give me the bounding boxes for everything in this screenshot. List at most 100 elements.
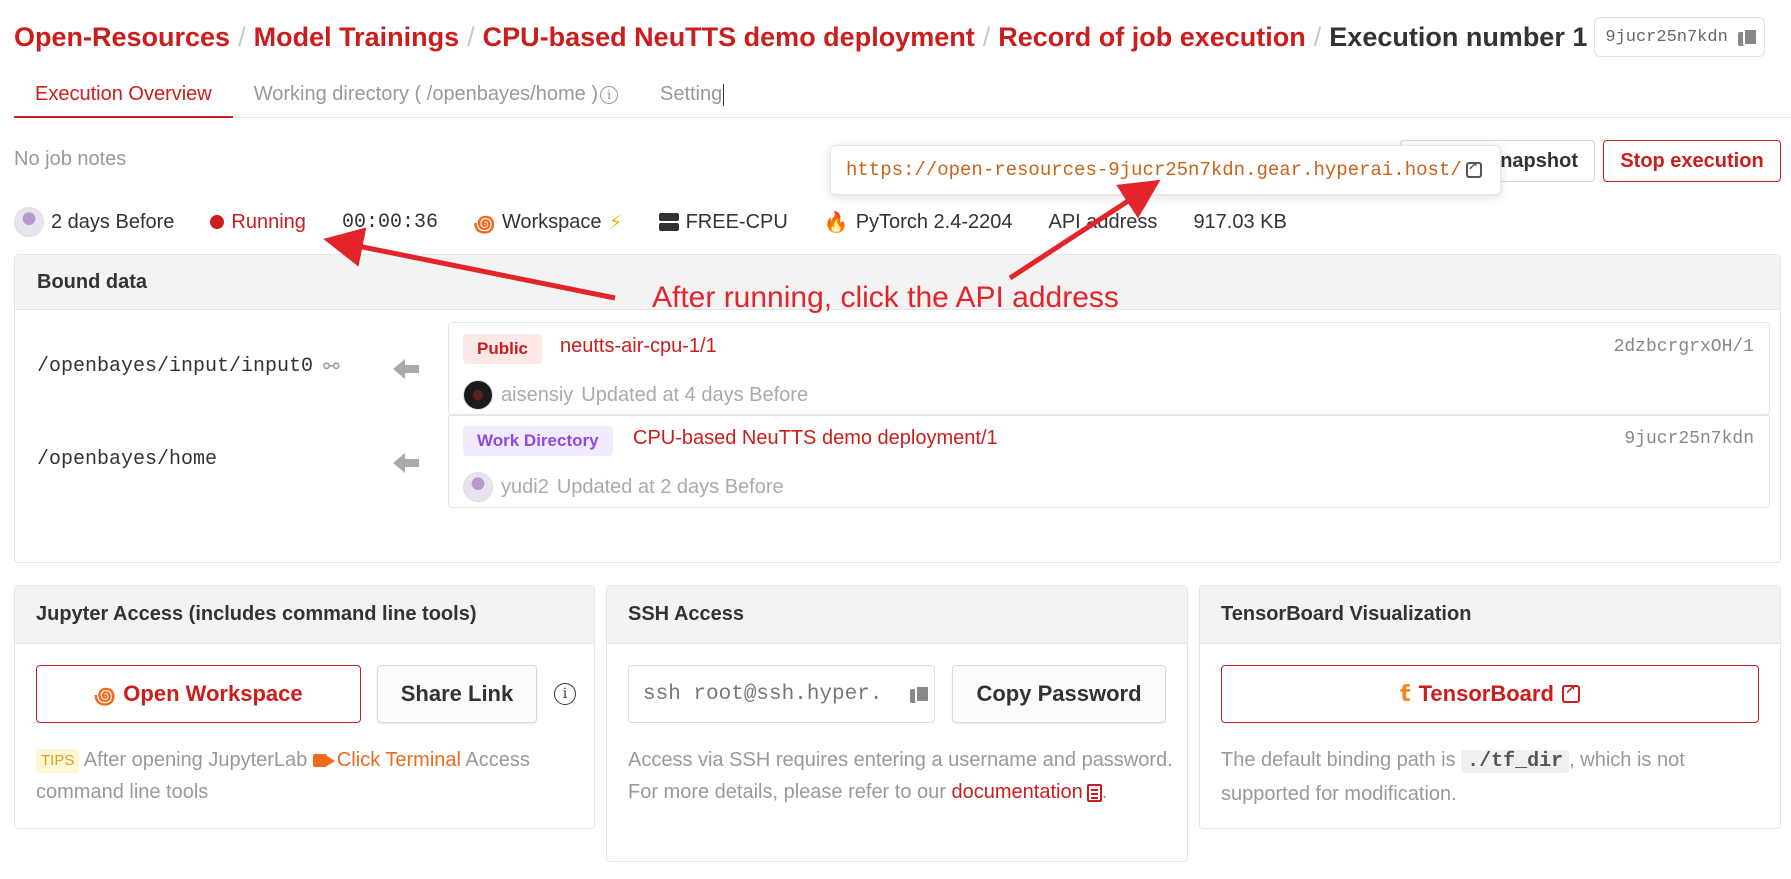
breadcrumb-job-record[interactable]: Record of job execution	[998, 22, 1306, 53]
api-address-link[interactable]: API address	[1048, 211, 1157, 234]
open-workspace-label: Open Workspace	[123, 681, 303, 706]
stop-execution-button[interactable]: Stop execution	[1603, 140, 1781, 182]
workspace-icon: ꩜	[94, 683, 116, 709]
pytorch-icon: 🔥	[823, 210, 849, 234]
video-camera-icon	[312, 754, 335, 768]
workdir-meta: yudi2 Updated at 2 days Before	[463, 472, 784, 502]
resource-label: FREE-CPU	[685, 210, 788, 233]
document-icon	[1086, 783, 1102, 802]
created-time: 2 days Before	[14, 207, 174, 237]
mount-path: /openbayes/home	[37, 448, 217, 471]
binding-row: /openbayes/home Work Directory CPU-based…	[15, 414, 1780, 523]
updated-time: Updated at 4 days Before	[581, 383, 809, 406]
tips-badge: TIPS	[36, 748, 80, 773]
ssh-command[interactable]: ssh root@ssh.hyper.	[643, 683, 910, 706]
workdir-link[interactable]: CPU-based NeuTTS demo deployment/1	[633, 427, 998, 450]
tips-text: After opening JupyterLab	[83, 749, 308, 771]
owner-name[interactable]: yudi2	[501, 476, 549, 499]
workspace-link[interactable]: ꩜ Workspace ⚡	[474, 206, 623, 239]
tab-execution-overview[interactable]: Execution Overview	[14, 72, 233, 118]
click-terminal-link[interactable]: Click Terminal	[312, 749, 461, 771]
breadcrumb-model-trainings[interactable]: Model Trainings	[254, 22, 460, 53]
workspace-label: Workspace	[501, 210, 602, 233]
open-workspace-button[interactable]: ꩜ Open Workspace	[36, 665, 361, 723]
tensorboard-label: TensorBoard	[1418, 681, 1554, 706]
dataset-id: 2dzbcrgrxOH/1	[1613, 337, 1754, 357]
info-icon: i	[599, 85, 618, 104]
execution-meta: 2 days Before Running 00:00:36 ꩜ Workspa…	[14, 205, 1323, 239]
tensorboard-icon: ƭ	[1400, 681, 1411, 707]
execution-id-chip: 9jucr25n7kdn	[1594, 17, 1765, 57]
updated-time: Updated at 2 days Before	[556, 475, 784, 498]
tensorboard-panel: TensorBoard Visualization ƭ TensorBoard …	[1199, 585, 1781, 829]
lightning-icon: ⚡	[608, 210, 623, 234]
ssh-panel: SSH Access ssh root@ssh.hyper. Copy Pass…	[606, 585, 1188, 862]
jupyter-title: Jupyter Access (includes command line to…	[15, 586, 594, 644]
api-url-tooltip[interactable]: https://open-resources-9jucr25n7kdn.gear…	[830, 145, 1501, 195]
copy-password-button[interactable]: Copy Password	[952, 665, 1166, 723]
dataset-meta: aisensiy Updated at 4 days Before	[463, 380, 808, 410]
copy-icon[interactable]	[1737, 27, 1758, 47]
created-text: 2 days Before	[51, 210, 175, 233]
tab-bar: Execution Overview Working directory ( /…	[14, 72, 1791, 118]
breadcrumb-separator: /	[238, 21, 246, 52]
mount-path-text: /openbayes/home	[37, 448, 218, 471]
tensorboard-description: The default binding path is ./tf_dir, wh…	[1221, 744, 1766, 810]
tensorboard-title: TensorBoard Visualization	[1200, 586, 1780, 644]
arrow-left-icon	[393, 453, 419, 473]
page-title: Execution number 1	[1329, 21, 1588, 52]
tab-label: Setting	[659, 83, 723, 105]
execution-id: 9jucr25n7kdn	[1605, 27, 1728, 47]
external-link-icon	[1561, 683, 1580, 703]
ssh-title: SSH Access	[607, 586, 1187, 644]
tab-label: Working directory ( /openbayes/home )	[253, 83, 598, 105]
avatar	[463, 380, 493, 410]
avatar	[14, 207, 44, 237]
api-url[interactable]: https://open-resources-9jucr25n7kdn.gear…	[846, 159, 1462, 181]
dataset-card: Public neutts-air-cpu-1/1 2dzbcrgrxOH/1 …	[448, 322, 1770, 416]
duration: 00:00:36	[341, 210, 438, 234]
server-icon	[658, 213, 679, 231]
avatar	[463, 472, 493, 502]
breadcrumb-separator: /	[467, 21, 475, 52]
public-tag: Public	[463, 334, 543, 364]
external-link-icon[interactable]	[1465, 159, 1482, 178]
breadcrumb-separator: /	[1313, 21, 1322, 52]
tensorboard-path: ./tf_dir	[1461, 750, 1570, 773]
info-icon[interactable]: i	[554, 683, 576, 705]
image-label: PyTorch 2.4-2204	[855, 210, 1013, 233]
status-text: Running	[231, 210, 306, 233]
breadcrumb-project[interactable]: CPU-based NeuTTS demo deployment	[483, 22, 975, 53]
breadcrumb-open-resources[interactable]: Open-Resources	[14, 22, 230, 53]
arrow-left-icon	[393, 359, 419, 379]
unlink-icon[interactable]: ⚯	[323, 354, 340, 378]
jupyter-panel: Jupyter Access (includes command line to…	[14, 585, 595, 829]
resource-type: FREE-CPU	[658, 210, 788, 234]
work-directory-tag: Work Directory	[463, 426, 613, 456]
share-link-button[interactable]: Share Link	[377, 665, 537, 723]
mount-path: /openbayes/input/input0 ⚯	[37, 354, 340, 378]
tab-setting[interactable]: Setting	[639, 72, 745, 117]
annotation-text: After running, click the API address	[652, 281, 1119, 314]
text-cursor	[723, 83, 725, 106]
breadcrumb: Open-Resources / Model Trainings / CPU-b…	[14, 14, 1765, 60]
owner-name[interactable]: aisensiy	[501, 384, 573, 407]
breadcrumb-separator: /	[982, 21, 991, 52]
documentation-link[interactable]: documentation	[951, 781, 1102, 803]
tensorboard-button[interactable]: ƭ TensorBoard	[1221, 665, 1759, 723]
copy-icon[interactable]	[910, 684, 930, 704]
storage-size: 917.03 KB	[1193, 210, 1287, 233]
binding-row: /openbayes/input/input0 ⚯ Public neutts-…	[15, 321, 1780, 417]
dataset-link[interactable]: neutts-air-cpu-1/1	[560, 335, 717, 358]
tensorboard-desc-text: The default binding path is	[1221, 749, 1456, 771]
tab-working-directory[interactable]: Working directory ( /openbayes/home ) i	[233, 72, 639, 117]
status-dot-icon	[210, 215, 225, 229]
click-terminal-label: Click Terminal	[336, 749, 461, 771]
job-notes: No job notes	[14, 148, 127, 170]
workspace-icon: ꩜	[473, 211, 495, 237]
image-info: 🔥 PyTorch 2.4-2204	[824, 210, 1013, 234]
ssh-desc-period: .	[1101, 781, 1108, 803]
workdir-card: Work Directory CPU-based NeuTTS demo dep…	[448, 414, 1770, 508]
ssh-command-field[interactable]: ssh root@ssh.hyper.	[628, 665, 935, 723]
documentation-label: documentation	[951, 781, 1083, 803]
